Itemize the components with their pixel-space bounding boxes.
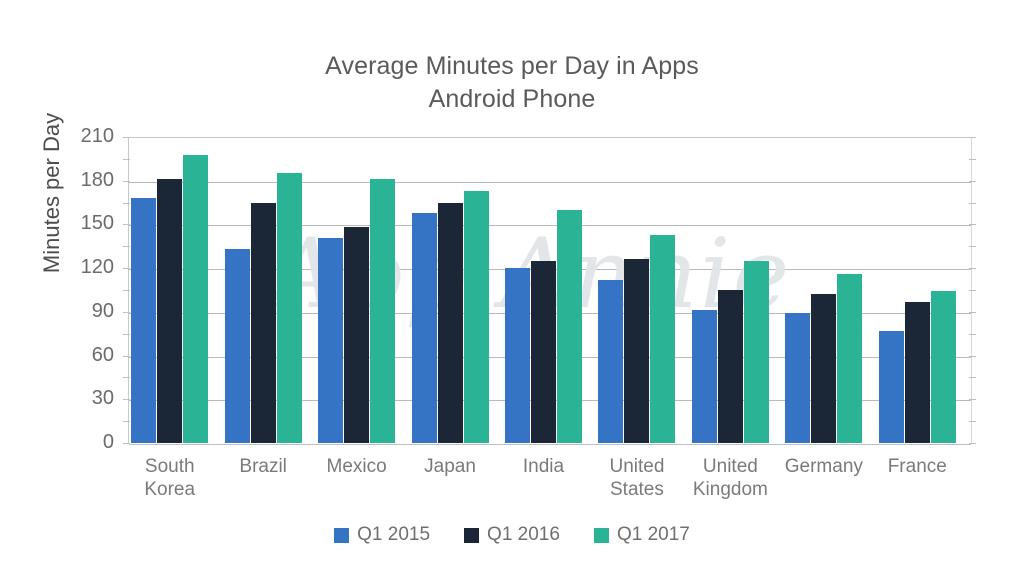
- bar[interactable]: [131, 198, 157, 443]
- x-axis-category-label: Japan: [403, 455, 496, 478]
- bar-group: [318, 137, 396, 443]
- y-axis-tick-label: 30: [91, 387, 114, 410]
- bar-group: [598, 137, 676, 443]
- bar-group: [785, 137, 863, 443]
- legend-item[interactable]: Q1 2015: [334, 524, 430, 546]
- y-axis-title: Minutes per Day: [39, 112, 64, 274]
- bar[interactable]: [930, 291, 956, 443]
- x-axis-category-label: France: [871, 455, 964, 478]
- bar[interactable]: [250, 202, 276, 443]
- bar[interactable]: [557, 209, 582, 443]
- y-axis-tick-mark-right: [969, 399, 976, 401]
- y-axis-tick-label: 60: [91, 343, 114, 366]
- y-axis-tick-mark: [123, 443, 130, 444]
- x-axis-category-label: Germany: [777, 455, 870, 478]
- bar[interactable]: [878, 330, 904, 443]
- bar-group: [131, 137, 209, 443]
- y-axis-tick-label: 150: [80, 212, 114, 235]
- bar[interactable]: [411, 212, 437, 443]
- bar[interactable]: [183, 154, 209, 443]
- x-axis-label-line: France: [887, 456, 947, 477]
- legend-item[interactable]: Q1 2016: [464, 524, 560, 546]
- bar[interactable]: [785, 313, 811, 443]
- y-axis-tick-mark-right: [969, 377, 976, 379]
- legend-swatch-icon: [464, 527, 480, 543]
- bar[interactable]: [904, 301, 930, 443]
- bar[interactable]: [344, 227, 370, 443]
- x-axis-label-line: States: [610, 479, 664, 500]
- y-axis-tick-label: 90: [91, 299, 114, 322]
- bar[interactable]: [717, 290, 743, 443]
- bar-group: [691, 137, 769, 443]
- chart-title-subtitle: Android Phone: [428, 85, 596, 113]
- y-axis-tick-mark-right: [969, 311, 976, 313]
- y-axis-tick-mark-right: [969, 355, 976, 357]
- legend-label: Q1 2017: [616, 524, 690, 545]
- legend-swatch-icon: [593, 527, 609, 543]
- bar[interactable]: [598, 279, 624, 443]
- x-axis-category-label: Brazil: [216, 455, 309, 478]
- x-axis-label-line: United: [702, 456, 758, 477]
- bar[interactable]: [624, 259, 650, 443]
- x-axis-label-line: Brazil: [239, 456, 287, 477]
- bar-group: [224, 137, 302, 443]
- y-axis-tick-mark-right: [969, 333, 976, 335]
- y-axis-tick-mark-right: [969, 246, 976, 248]
- y-axis-tick-mark-right: [969, 443, 976, 444]
- legend-item[interactable]: Q1 2017: [593, 524, 690, 546]
- bar[interactable]: [531, 260, 556, 443]
- x-axis-label-line: Mexico: [326, 456, 387, 477]
- x-axis-label-line: South: [144, 456, 195, 477]
- chart-title: Average Minutes per Day in Apps Android …: [0, 50, 1024, 116]
- bar[interactable]: [837, 273, 863, 443]
- bar[interactable]: [157, 179, 183, 443]
- legend-swatch-icon: [334, 527, 350, 543]
- y-axis-tick-label: 210: [80, 125, 114, 147]
- bar-group: [505, 137, 582, 443]
- bar[interactable]: [276, 173, 302, 443]
- x-axis-label-line: Japan: [424, 456, 476, 477]
- y-axis-tick-mark-right: [969, 268, 976, 270]
- bar[interactable]: [224, 249, 250, 443]
- y-axis-tick-label: 180: [80, 168, 114, 191]
- bar[interactable]: [650, 234, 676, 443]
- x-axis-label-line: India: [522, 456, 565, 477]
- chart-title-main: Average Minutes per Day in Apps: [325, 52, 699, 80]
- y-axis-tick-mark-right: [969, 224, 976, 226]
- legend-label: Q1 2015: [357, 524, 431, 545]
- legend-label: Q1 2016: [487, 524, 560, 545]
- x-axis-category-label: United Kingdom: [684, 455, 777, 501]
- bar[interactable]: [370, 179, 396, 443]
- x-axis-category-label: South Korea: [123, 455, 216, 501]
- x-axis-category-label: India: [497, 455, 590, 478]
- gridline: [129, 444, 971, 445]
- bars-layer: [129, 137, 970, 443]
- bar[interactable]: [691, 310, 717, 443]
- x-axis-label-line: Kingdom: [692, 479, 768, 500]
- bar-group: [411, 137, 489, 443]
- y-axis-tick-label: 120: [80, 256, 114, 279]
- y-axis-tick-mark-right: [969, 158, 976, 160]
- x-axis-category-label: United States: [590, 455, 683, 501]
- y-axis-tick-mark-right: [969, 290, 976, 291]
- y-axis-tick-mark-right: [969, 202, 976, 204]
- x-axis-category-label: Mexico: [310, 455, 403, 478]
- y-axis-tick-label: 0: [102, 431, 114, 453]
- y-axis-tick-mark-right: [969, 421, 976, 423]
- x-axis-label-line: United: [609, 456, 665, 477]
- bar[interactable]: [811, 294, 837, 443]
- bar[interactable]: [318, 237, 344, 443]
- y-axis-tick-mark-right: [969, 137, 976, 138]
- bar[interactable]: [743, 260, 769, 443]
- legend: Q1 2015 Q1 2016 Q1 2017: [0, 524, 1024, 546]
- x-axis-label-line: Germany: [784, 456, 863, 477]
- bar[interactable]: [437, 202, 463, 443]
- bar-group: [878, 137, 956, 443]
- x-axis-label-line: Korea: [144, 479, 196, 500]
- bar[interactable]: [463, 190, 489, 443]
- chart-container: Average Minutes per Day in Apps Android …: [0, 0, 1024, 575]
- y-axis-tick-mark-right: [969, 180, 976, 182]
- bar[interactable]: [505, 268, 530, 443]
